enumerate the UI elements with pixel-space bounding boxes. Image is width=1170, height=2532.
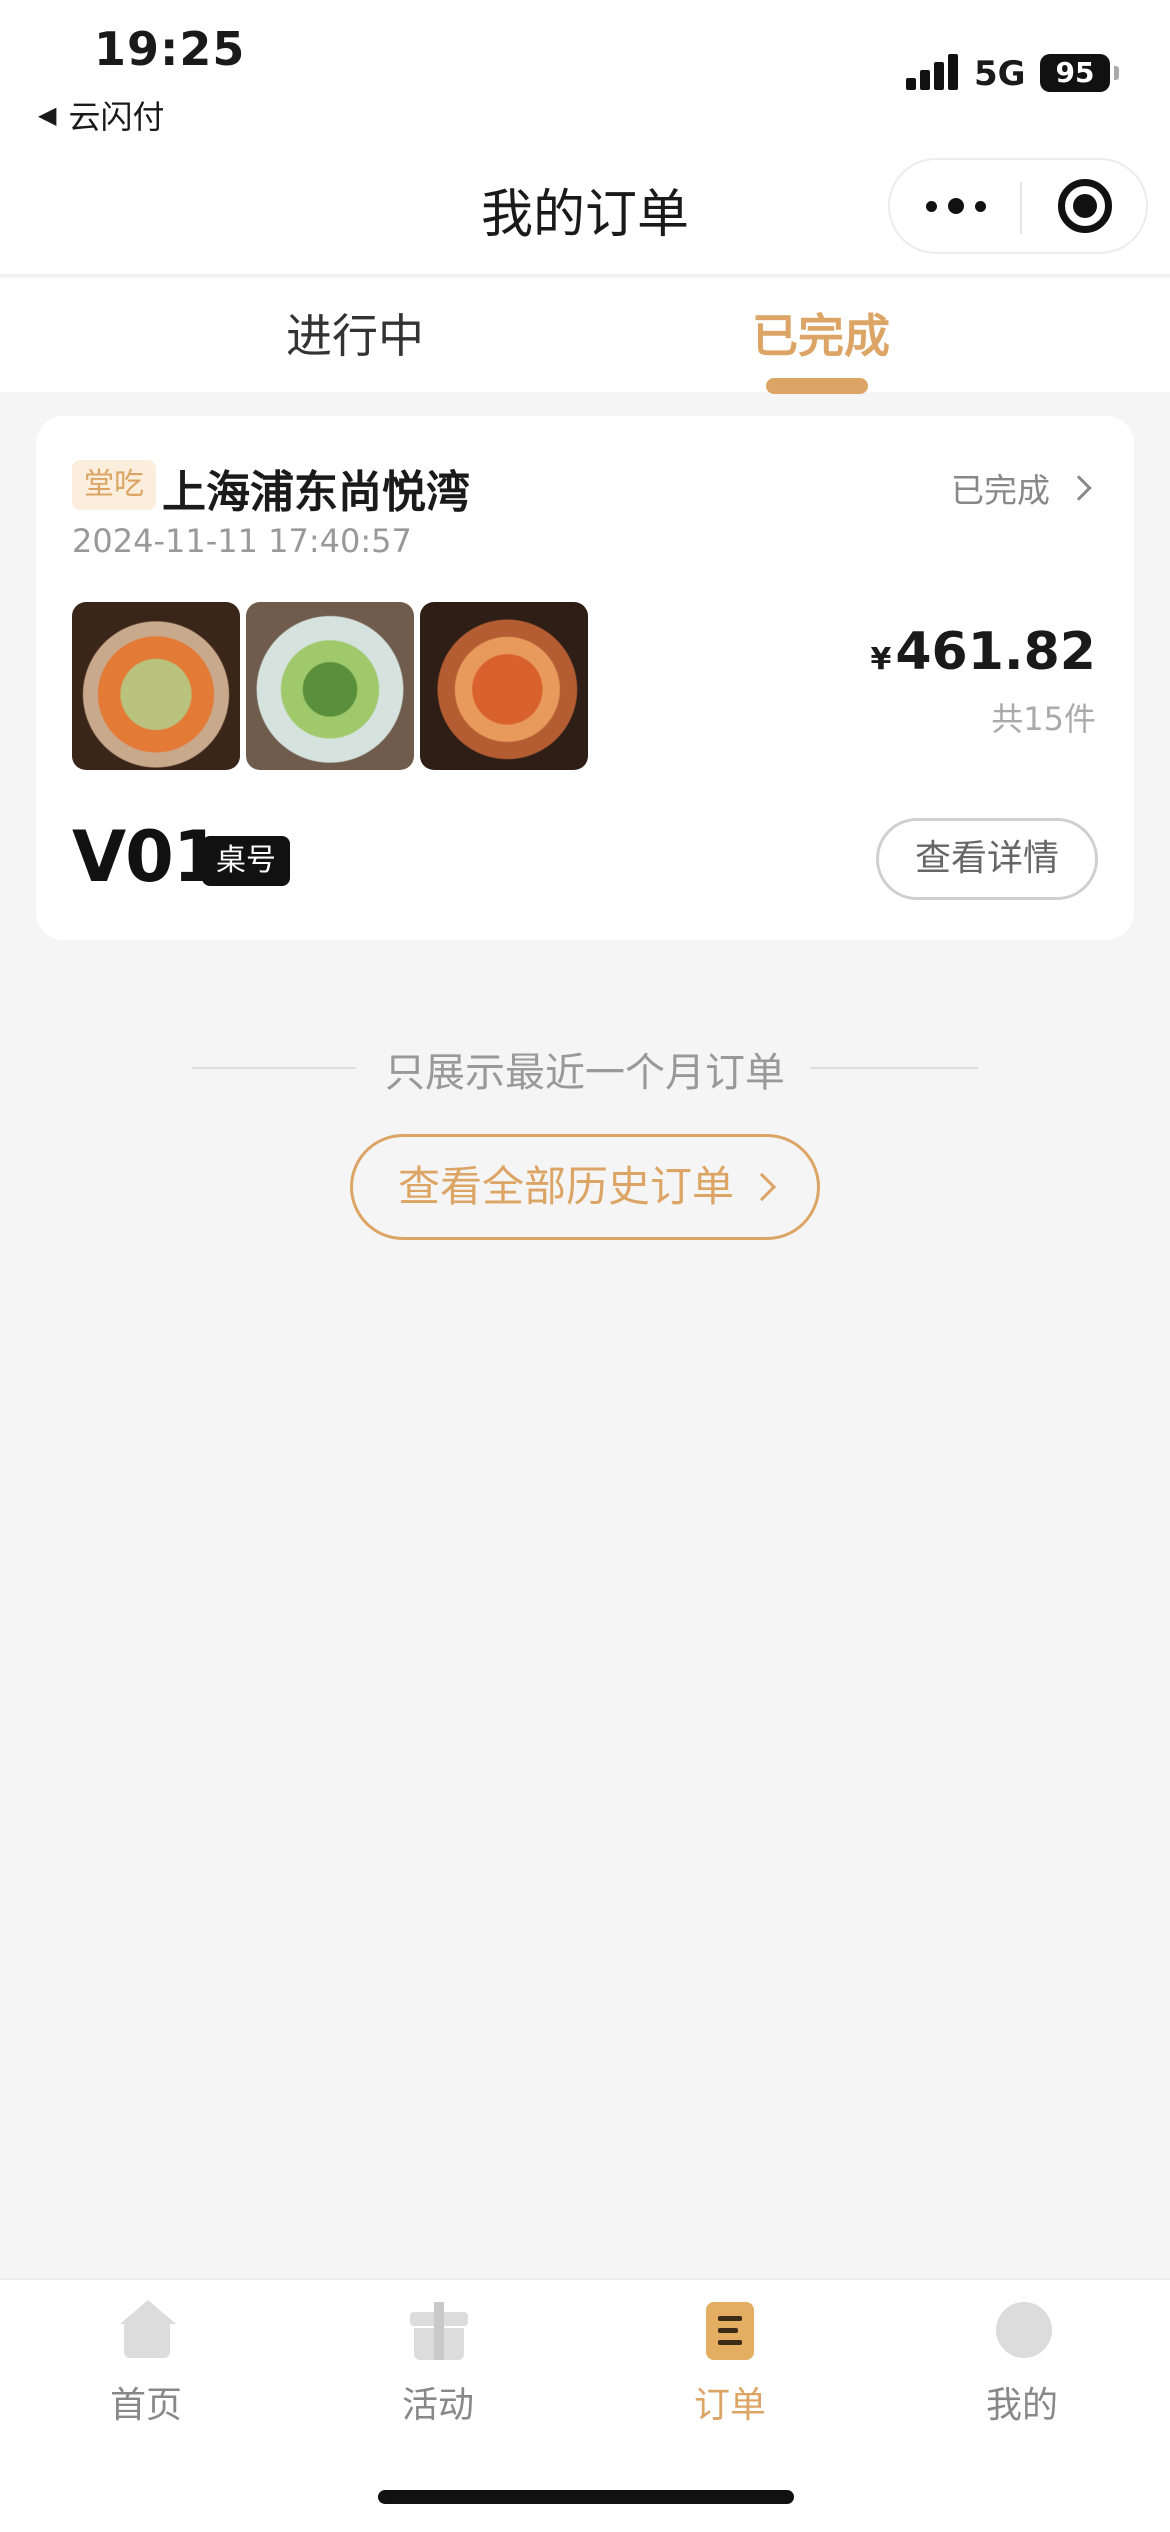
dish-image bbox=[246, 602, 414, 770]
tabbar-item-orders[interactable]: 订单 bbox=[584, 2280, 876, 2440]
active-tab-indicator bbox=[766, 378, 868, 394]
recent-orders-note: 只展示最近一个月订单 bbox=[385, 1050, 785, 1096]
home-indicator bbox=[378, 2490, 794, 2504]
view-detail-button[interactable]: 查看详情 bbox=[876, 818, 1098, 900]
more-icon[interactable] bbox=[926, 160, 986, 252]
dish-image bbox=[420, 602, 588, 770]
tabbar-label: 首页 bbox=[109, 2385, 182, 2426]
store-name: 上海浦东尚悦湾 bbox=[162, 467, 470, 518]
dish-image bbox=[72, 602, 240, 770]
tabbar-label: 我的 bbox=[985, 2385, 1058, 2426]
back-triangle-icon: ◀ bbox=[38, 101, 57, 129]
home-icon bbox=[116, 2300, 178, 2362]
tabbar-item-activity[interactable]: 活动 bbox=[292, 2280, 584, 2440]
back-app-label: 云闪付 bbox=[68, 98, 165, 136]
tab-completed[interactable]: 已完成 bbox=[752, 300, 890, 366]
close-miniapp-icon[interactable] bbox=[1058, 179, 1112, 233]
tabbar-label: 活动 bbox=[401, 2385, 474, 2426]
order-price: ¥461.82 bbox=[870, 622, 1096, 682]
order-icon bbox=[700, 2300, 762, 2362]
tab-ongoing[interactable]: 进行中 bbox=[286, 300, 424, 366]
back-to-app-link[interactable]: ◀ 云闪付 bbox=[38, 92, 164, 138]
order-status-link[interactable]: 已完成 bbox=[951, 464, 1092, 512]
order-time: 2024-11-11 17:40:57 bbox=[72, 522, 412, 560]
nav-bar: 我的订单 bbox=[0, 150, 1170, 276]
table-number: V01 bbox=[72, 816, 222, 898]
chevron-right-icon bbox=[747, 1172, 777, 1202]
signal-icon bbox=[906, 54, 960, 90]
status-time: 19:25 bbox=[94, 22, 246, 76]
tabbar-label: 订单 bbox=[693, 2385, 766, 2426]
battery-tip bbox=[1114, 66, 1119, 80]
battery-icon: 95 bbox=[1040, 54, 1110, 92]
tabbar-item-home[interactable]: 首页 bbox=[0, 2280, 292, 2440]
tabbar-item-profile[interactable]: 我的 bbox=[876, 2280, 1168, 2440]
order-status: 已完成 bbox=[951, 471, 1050, 510]
status-bar: 19:25 ◀ 云闪付 5G 95 bbox=[0, 0, 1170, 150]
view-history-button[interactable]: 查看全部历史订单 bbox=[350, 1134, 820, 1240]
order-tabs: 进行中 已完成 bbox=[0, 278, 1170, 394]
gift-icon bbox=[408, 2300, 470, 2362]
dine-type-badge: 堂吃 bbox=[72, 460, 156, 510]
item-count: 共15件 bbox=[991, 700, 1096, 738]
miniapp-capsule bbox=[888, 158, 1148, 254]
view-history-label: 查看全部历史订单 bbox=[397, 1162, 734, 1211]
currency-symbol: ¥ bbox=[870, 642, 892, 677]
profile-icon bbox=[992, 2300, 1054, 2362]
capsule-divider bbox=[1020, 182, 1022, 234]
order-card[interactable]: 堂吃 上海浦东尚悦湾 已完成 2024-11-11 17:40:57 ¥461.… bbox=[36, 416, 1134, 940]
network-type: 5G bbox=[974, 54, 1026, 94]
order-amount: 461.82 bbox=[895, 622, 1096, 682]
table-label-badge: 桌号 bbox=[202, 836, 290, 886]
chevron-right-icon bbox=[1066, 475, 1092, 501]
